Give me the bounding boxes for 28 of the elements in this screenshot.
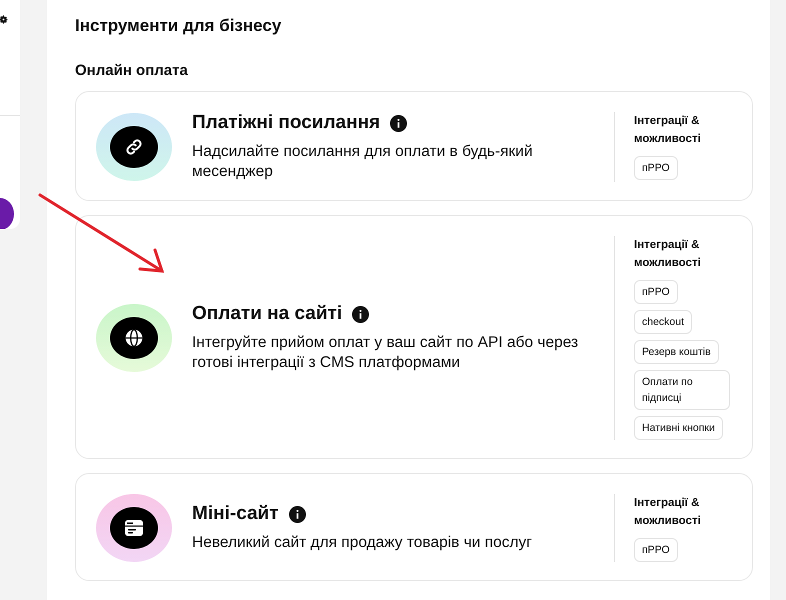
- feature-tag: Оплати по підписці: [634, 370, 730, 410]
- info-icon[interactable]: [390, 114, 408, 132]
- link-icon: [124, 137, 144, 157]
- page-title: Інструменти для бізнесу: [75, 16, 282, 36]
- features-heading: Інтеграції & можливості: [634, 114, 702, 147]
- features-heading: Інтеграції & можливості: [634, 496, 702, 529]
- globe-icon: [124, 328, 144, 348]
- feature-tag: пРРО: [634, 156, 678, 180]
- product-description: Невеликий сайт для продажу товарів чи послуг: [192, 533, 532, 553]
- product-title: Міні-сайт: [192, 503, 279, 525]
- feature-tag: пРРО: [634, 538, 678, 562]
- product-description: Інтегруйте прийом оплат у ваш сайт по API або через готові інтеграції з CMS платформами: [192, 333, 580, 373]
- feature-tag: checkout: [634, 310, 692, 334]
- product-card[interactable]: Оплати на сайті Інтегруйте прийом оплат у ваш сайт по API або через готові інтеграції з CMS платформами Інтеграції & можливості пРРО checkout Резерв коштів Оплати по підписці Нативні кнопки: [75, 215, 753, 459]
- browser-window-icon: [124, 519, 144, 537]
- settings-icon[interactable]: [0, 14, 9, 25]
- product-description: Надсилайте посилання для оплати в будь-який месенджер: [192, 142, 534, 182]
- info-icon[interactable]: [288, 506, 306, 522]
- product-title: Платіжні посилання: [192, 112, 380, 134]
- product-title: Оплати на сайті: [192, 303, 342, 325]
- feature-tag: пРРО: [634, 280, 678, 304]
- features-heading: Інтеграції & можливості: [634, 238, 702, 271]
- product-card[interactable]: Міні-сайт Невеликий сайт для продажу товарів чи послуг Інтеграції & можливості пРРО: [75, 473, 753, 581]
- info-icon[interactable]: [352, 306, 370, 322]
- section-title: Онлайн оплата: [75, 62, 189, 79]
- feature-tag: Нативні кнопки: [634, 416, 723, 440]
- product-card[interactable]: Платіжні посилання Надсилайте посилання для оплати в будь-який месенджер Інтеграції & можливості пРРО: [75, 91, 753, 201]
- feature-tag: Резерв коштів: [634, 340, 719, 364]
